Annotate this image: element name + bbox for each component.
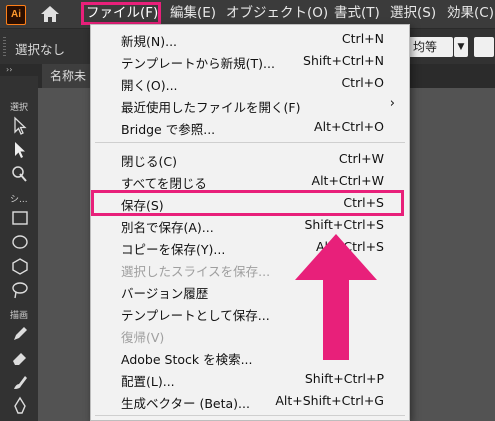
- menu-item-shortcut: Ctrl+O: [341, 75, 384, 90]
- pencil-tool-icon[interactable]: [10, 324, 30, 344]
- menu-item-new-from-template[interactable]: テンプレートから新規(T)... Shift+Ctrl+N: [91, 50, 409, 72]
- menu-item-label: Bridge で参照...: [121, 122, 216, 137]
- menu-item-shortcut: Alt+Ctrl+O: [314, 119, 384, 134]
- menu-separator: [95, 415, 405, 416]
- save-highlight-box: [91, 190, 404, 216]
- menu-object[interactable]: オブジェクト(O): [226, 4, 328, 22]
- menu-item-label: 復帰(V): [121, 330, 165, 345]
- menu-item-shortcut: Alt+Ctrl+W: [311, 173, 384, 188]
- document-tab[interactable]: 名称未: [42, 64, 94, 88]
- menu-item-label: コピーを保存(Y)...: [121, 242, 226, 257]
- chevron-down-icon[interactable]: ▼: [454, 37, 468, 57]
- menu-item-open-recent[interactable]: 最近使用したファイルを開く(F) ›: [91, 94, 409, 116]
- menu-item-label: 生成ベクター (Beta)...: [121, 396, 250, 411]
- menu-select[interactable]: 選択(S): [390, 4, 436, 22]
- menu-item-place[interactable]: 配置(L)... Shift+Ctrl+P: [91, 368, 409, 390]
- menu-item-label: テンプレートから新規(T)...: [121, 56, 275, 71]
- menu-type[interactable]: 書式(T): [334, 4, 380, 22]
- magic-wand-tool-icon[interactable]: [10, 164, 30, 184]
- rectangle-tool-icon[interactable]: [10, 208, 30, 228]
- menu-item-label: Adobe Stock を検索...: [121, 352, 253, 367]
- align-select[interactable]: 均等: [405, 37, 453, 57]
- tools-panel: ›› 選択 シ... 描画: [0, 64, 39, 421]
- arrow-up-icon: [291, 230, 381, 364]
- selection-status: 選択なし: [15, 42, 66, 57]
- menu-item-label: 配置(L)...: [121, 374, 175, 389]
- menu-item-label: バージョン履歴: [121, 286, 209, 301]
- pen-tool-icon[interactable]: [10, 396, 30, 416]
- brush-tool-icon[interactable]: [10, 372, 30, 392]
- chevron-right-icon: ›: [389, 96, 395, 111]
- polygon-tool-icon[interactable]: [10, 256, 30, 276]
- menu-effect[interactable]: 効果(C): [447, 4, 494, 22]
- menu-item-close[interactable]: 閉じる(C) Ctrl+W: [91, 148, 409, 170]
- menu-item-label: 最近使用したファイルを開く(F): [121, 100, 301, 115]
- tool-section-select: 選択: [10, 103, 29, 113]
- menu-item-label: テンプレートとして保存...: [121, 308, 270, 323]
- illustrator-logo: Ai: [6, 5, 26, 25]
- menu-item-shortcut: Alt+Shift+Ctrl+G: [275, 393, 384, 408]
- menu-item-label: 選択したスライスを保存...: [121, 264, 271, 279]
- menu-item-label: 別名で保存(A)...: [121, 220, 214, 235]
- menu-item-browse-bridge[interactable]: Bridge で参照... Alt+Ctrl+O: [91, 116, 409, 138]
- ellipse-tool-icon[interactable]: [10, 232, 30, 252]
- collapse-toggle[interactable]: ››: [0, 64, 38, 76]
- eraser-tool-icon[interactable]: [10, 348, 30, 368]
- menu-item-shortcut: Ctrl+N: [341, 31, 384, 46]
- menu-item-new[interactable]: 新規(N)... Ctrl+N: [91, 28, 409, 50]
- home-icon[interactable]: [40, 5, 60, 23]
- lasso-tool-icon[interactable]: [10, 280, 30, 300]
- menu-item-label: 開く(O)...: [121, 78, 178, 93]
- menu-item-shortcut: Shift+Ctrl+N: [303, 53, 384, 68]
- control-field[interactable]: [474, 37, 494, 57]
- panel-grip[interactable]: [3, 37, 6, 57]
- menu-item-close-all[interactable]: すべてを閉じる Alt+Ctrl+W: [91, 170, 409, 192]
- file-menu-highlight: [81, 2, 161, 25]
- menu-item-shortcut: Ctrl+W: [338, 151, 384, 166]
- tool-section-shape: シ...: [10, 195, 28, 205]
- menu-item-shortcut: Shift+Ctrl+P: [304, 371, 384, 386]
- tool-section-draw: 描画: [10, 311, 29, 321]
- file-menu-dropdown: 新規(N)... Ctrl+N テンプレートから新規(T)... Shift+C…: [90, 24, 410, 421]
- menu-item-label: 閉じる(C): [121, 154, 177, 169]
- menu-item-label: 新規(N)...: [121, 34, 178, 49]
- menu-item-generative-vector[interactable]: 生成ベクター (Beta)... Alt+Shift+Ctrl+G: [91, 390, 409, 412]
- menu-separator: [95, 142, 405, 143]
- menu-edit[interactable]: 編集(E): [170, 4, 216, 22]
- menu-item-open[interactable]: 開く(O)... Ctrl+O: [91, 72, 409, 94]
- selection-tool-icon[interactable]: [10, 116, 30, 136]
- direct-selection-tool-icon[interactable]: [10, 140, 30, 160]
